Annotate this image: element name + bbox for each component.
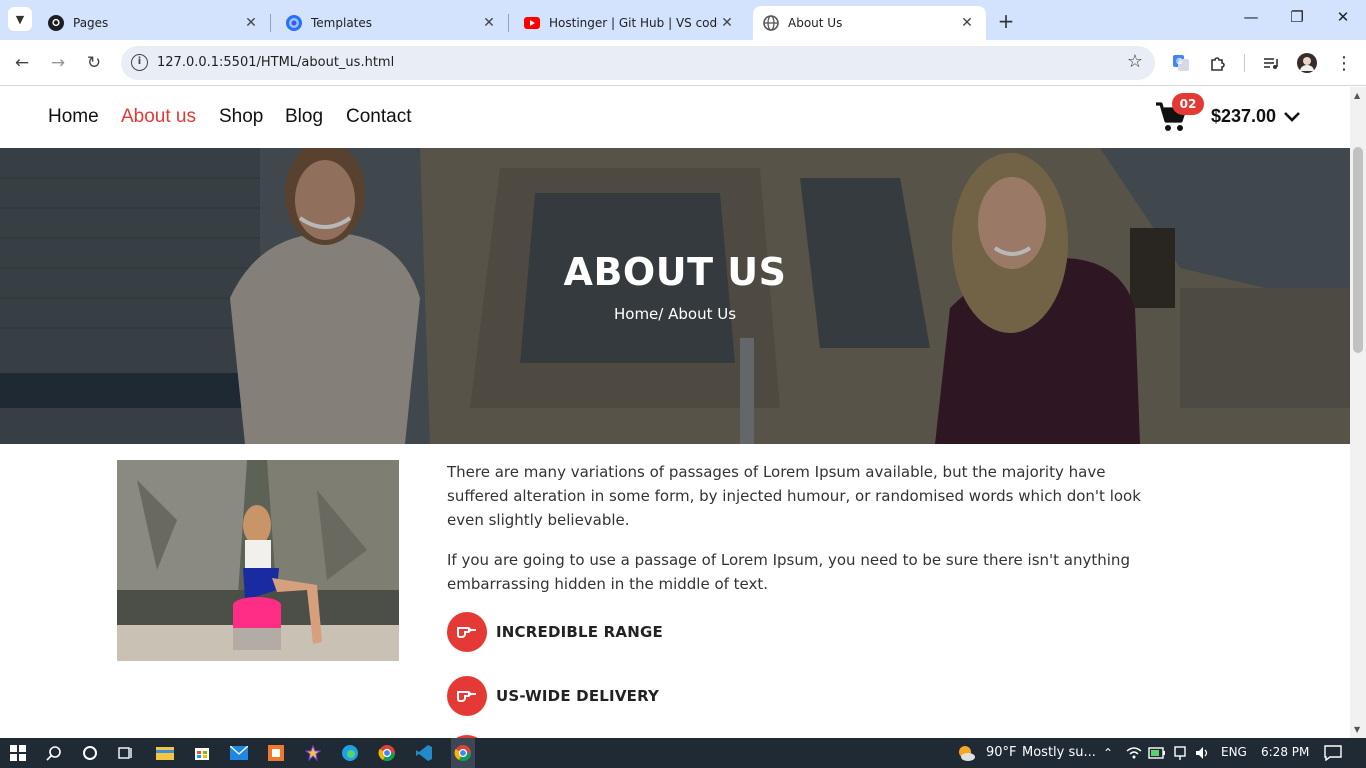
bookmark-star-icon[interactable]: ☆	[1127, 51, 1143, 72]
nav-blog[interactable]: Blog	[285, 106, 323, 128]
templates-icon	[286, 15, 302, 31]
chrome-active-icon[interactable]	[451, 738, 475, 768]
site-navigation: Home About us Shop Blog Contact 02 $237.…	[0, 87, 1350, 148]
tab-about-us[interactable]: About Us ✕	[753, 6, 986, 40]
tab-templates[interactable]: Templates ✕	[276, 6, 508, 40]
tab-title: Templates	[311, 16, 373, 30]
close-tab-icon[interactable]: ✕	[480, 15, 498, 31]
tab-title: About Us	[788, 16, 843, 30]
nav-shop[interactable]: Shop	[219, 106, 263, 128]
tab-separator	[270, 14, 271, 32]
arrow-left-icon: ←	[14, 53, 30, 73]
reload-button[interactable]: ↻	[80, 49, 108, 77]
hero-background-image	[0, 148, 1350, 444]
arrow-right-icon: →	[50, 53, 66, 73]
pointing-hand-icon	[447, 612, 487, 652]
about-photo	[117, 460, 399, 661]
tab-separator	[508, 14, 509, 32]
office-icon[interactable]	[266, 743, 286, 763]
browser-tab-strip: ▼ Pages ✕ Templates ✕ Hostinger | Git Hu…	[0, 0, 1366, 40]
scroll-thumb[interactable]	[1353, 147, 1363, 353]
chevron-down-icon: ▼	[15, 12, 25, 26]
cortana-icon[interactable]	[80, 743, 100, 763]
feature-label: INCREDIBLE RANGE	[496, 623, 663, 641]
scroll-up-arrow-icon[interactable]: ▲	[1354, 91, 1360, 100]
minimize-button[interactable]: —	[1228, 8, 1274, 26]
wifi-icon[interactable]	[1124, 743, 1144, 763]
pointing-hand-icon	[447, 676, 487, 716]
github-icon	[48, 15, 64, 31]
site-info-icon[interactable]: i	[131, 54, 148, 71]
close-tab-icon[interactable]: ✕	[958, 15, 976, 31]
close-tab-icon[interactable]: ✕	[718, 15, 736, 31]
hero-banner: ABOUT US Home/ About Us	[0, 148, 1350, 444]
nav-about-us[interactable]: About us	[121, 106, 196, 128]
extensions-puzzle-icon[interactable]	[1207, 52, 1229, 74]
tab-hostinger[interactable]: Hostinger | Git Hub | VS codeH... ✕	[514, 6, 746, 40]
url-text[interactable]: 127.0.0.1:5501/HTML/about_us.html	[157, 55, 394, 70]
tab-title: Hostinger | Git Hub | VS codeH...	[549, 16, 718, 30]
clock-time[interactable]: 6:28 PM	[1261, 745, 1309, 759]
web-page: Home About us Shop Blog Contact 02 $237.…	[0, 87, 1350, 738]
page-title: ABOUT US	[563, 250, 787, 294]
svg-text:G: G	[1176, 57, 1182, 66]
reload-icon: ↻	[86, 53, 102, 73]
page-scrollbar[interactable]: ▲ ▼	[1350, 87, 1366, 738]
task-view-icon[interactable]	[116, 743, 136, 763]
profile-avatar-icon[interactable]	[1296, 52, 1318, 74]
address-bar[interactable]: i 127.0.0.1:5501/HTML/about_us.html ☆	[121, 46, 1155, 80]
breadcrumb[interactable]: Home/ About Us	[0, 305, 1350, 323]
nav-contact[interactable]: Contact	[346, 106, 411, 128]
app-star-icon[interactable]	[303, 743, 323, 763]
vscode-icon[interactable]	[414, 743, 434, 763]
tab-pages[interactable]: Pages ✕	[38, 6, 270, 40]
weather-icon[interactable]	[956, 743, 976, 763]
chevron-up-icon[interactable]: ⌃	[1098, 743, 1118, 763]
notifications-icon[interactable]	[1323, 743, 1343, 763]
new-tab-button[interactable]: +	[994, 9, 1018, 33]
tab-title: Pages	[73, 16, 109, 30]
cart-count-badge: 02	[1172, 93, 1204, 115]
scroll-down-arrow-icon[interactable]: ▼	[1354, 725, 1360, 734]
mail-icon[interactable]	[229, 743, 249, 763]
google-translate-icon[interactable]: G	[1170, 52, 1192, 74]
windows-taskbar: 90°F Mostly su... ⌃ ENG 6:28 PM	[0, 738, 1366, 768]
back-button[interactable]: ←	[8, 49, 36, 77]
feature-item-us-wide-delivery: US-WIDE DELIVERY	[447, 676, 659, 716]
feature-label: US-WIDE DELIVERY	[496, 687, 660, 705]
tab-search-button[interactable]: ▼	[8, 7, 32, 31]
youtube-icon	[524, 15, 540, 31]
edge-icon[interactable]	[340, 743, 360, 763]
windows-start-icon[interactable]	[8, 743, 28, 763]
globe-icon	[763, 15, 779, 31]
cart-total[interactable]: $237.00	[1211, 106, 1276, 127]
file-explorer-icon[interactable]	[155, 743, 175, 763]
chevron-down-icon[interactable]	[1283, 108, 1301, 126]
about-paragraph-1: There are many variations of passages of…	[447, 463, 1141, 529]
restore-button[interactable]: ❐	[1274, 8, 1320, 26]
weather-temperature[interactable]: 90°F	[986, 745, 1017, 760]
nav-home[interactable]: Home	[48, 106, 99, 128]
browser-toolbar: ← → ↻ i 127.0.0.1:5501/HTML/about_us.htm…	[0, 40, 1366, 86]
browser-menu-icon[interactable]: ⋮	[1333, 52, 1355, 74]
feature-item-incredible-range: INCREDIBLE RANGE	[447, 612, 663, 652]
chrome-icon[interactable]	[377, 743, 397, 763]
search-icon[interactable]	[44, 743, 64, 763]
close-window-button[interactable]: ✕	[1320, 8, 1366, 26]
media-queue-icon[interactable]	[1260, 52, 1282, 74]
toolbar-divider	[1244, 54, 1245, 72]
store-icon[interactable]	[192, 743, 212, 763]
battery-icon[interactable]	[1147, 743, 1167, 763]
volume-icon[interactable]	[1193, 743, 1213, 763]
language-indicator[interactable]: ENG	[1221, 745, 1247, 759]
network-icon[interactable]	[1170, 743, 1190, 763]
weather-description[interactable]: Mostly su...	[1022, 745, 1096, 760]
close-tab-icon[interactable]: ✕	[242, 15, 260, 31]
forward-button[interactable]: →	[44, 49, 72, 77]
about-paragraph-2: If you are going to use a passage of Lor…	[447, 551, 1130, 593]
